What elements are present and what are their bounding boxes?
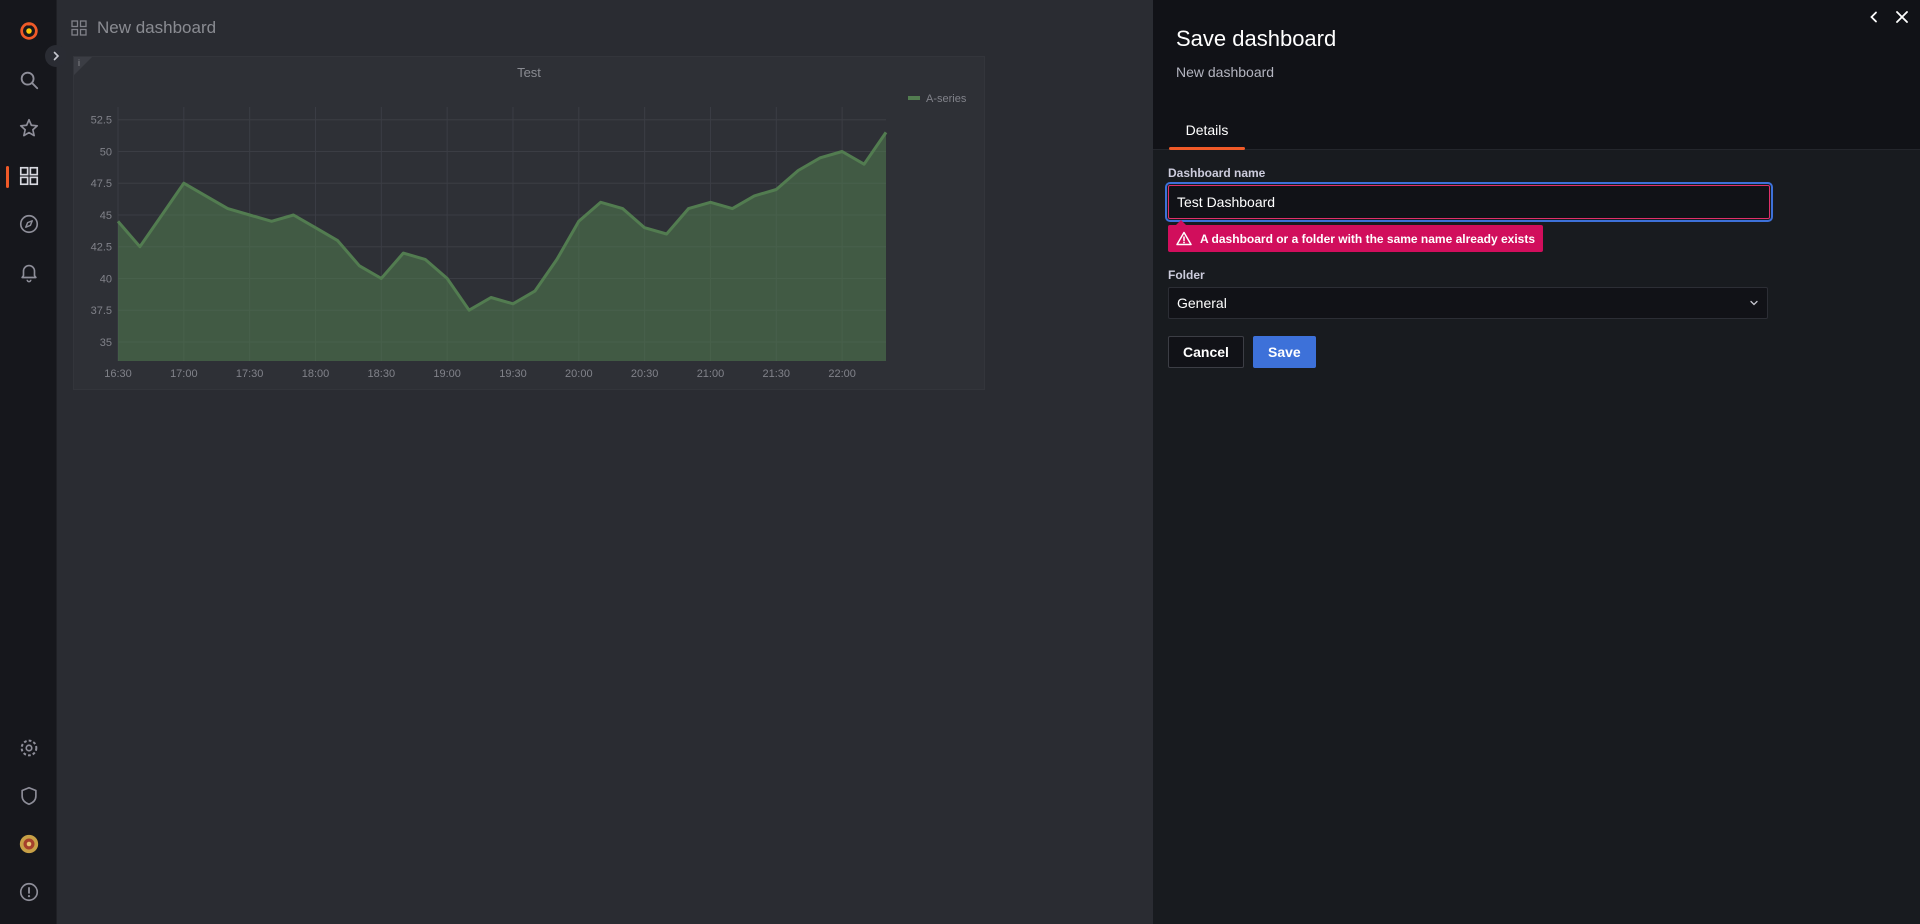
x-tick-label: 21:30 bbox=[763, 368, 791, 380]
x-tick-label: 20:30 bbox=[631, 368, 659, 380]
y-tick-label: 45 bbox=[100, 210, 112, 222]
dashboard-title[interactable]: New dashboard bbox=[97, 18, 216, 38]
search-icon[interactable] bbox=[0, 60, 57, 100]
warning-triangle-icon bbox=[1176, 231, 1192, 246]
active-indicator bbox=[6, 166, 9, 188]
x-tick-label: 22:00 bbox=[828, 368, 856, 380]
x-tick-label: 20:00 bbox=[565, 368, 593, 380]
drawer-title: Save dashboard bbox=[1176, 26, 1337, 51]
cancel-button[interactable]: Cancel bbox=[1168, 336, 1244, 368]
graph-panel[interactable]: i Test 35 37.5 40 42.5 45 47.5 50 52.5 16:30 17:0… bbox=[73, 56, 985, 390]
sidebar bbox=[0, 0, 57, 924]
grafana-logo-icon[interactable] bbox=[0, 11, 57, 51]
folder-select[interactable]: General bbox=[1168, 287, 1768, 319]
y-tick-label: 40 bbox=[100, 273, 112, 285]
tab-details[interactable]: Details bbox=[1169, 116, 1245, 150]
y-tick-label: 37.5 bbox=[91, 305, 112, 317]
active-tab-underline bbox=[1169, 147, 1245, 150]
close-drawer-button[interactable] bbox=[1891, 6, 1913, 28]
sidebar-expand-button[interactable] bbox=[45, 45, 67, 67]
dashboard-name-label: Dashboard name bbox=[1168, 166, 1266, 180]
chevron-left-icon bbox=[1870, 11, 1877, 23]
save-button[interactable]: Save bbox=[1253, 336, 1316, 368]
y-tick-label: 47.5 bbox=[91, 178, 112, 190]
legend-label-a-series: A-series bbox=[926, 93, 967, 105]
collapse-drawer-button[interactable] bbox=[1863, 6, 1885, 28]
drawer-header: Save dashboard New dashboard Details bbox=[1153, 0, 1920, 150]
dashboard-header: New dashboard bbox=[71, 14, 216, 42]
area-chart: 35 37.5 40 42.5 45 47.5 50 52.5 16:30 17:00 17:30 1… bbox=[91, 93, 967, 380]
chevron-down-icon bbox=[1750, 300, 1758, 306]
configuration-gear-icon[interactable] bbox=[0, 728, 57, 768]
chevron-right-icon bbox=[53, 51, 60, 61]
grafana-app: New dashboard i Test 35 37.5 40 42.5 45 47.5 5… bbox=[0, 0, 1920, 924]
name-error-message: A dashboard or a folder with the same na… bbox=[1168, 220, 1543, 252]
dashboard-canvas: New dashboard i Test 35 37.5 40 42.5 45 47.5 5… bbox=[57, 0, 1152, 924]
dashboard-grid-icon bbox=[71, 20, 87, 36]
help-icon[interactable] bbox=[0, 872, 57, 912]
folder-label: Folder bbox=[1168, 268, 1205, 282]
y-tick-label: 52.5 bbox=[91, 115, 112, 127]
folder-selected-value: General bbox=[1177, 295, 1227, 311]
x-tick-label: 18:00 bbox=[302, 368, 330, 380]
x-tick-label: 19:30 bbox=[499, 368, 527, 380]
dashboards-icon[interactable] bbox=[0, 156, 57, 196]
error-text: A dashboard or a folder with the same na… bbox=[1200, 231, 1535, 246]
tab-details-label: Details bbox=[1185, 122, 1229, 138]
x-tick-label: 16:30 bbox=[104, 368, 132, 380]
alerting-bell-icon[interactable] bbox=[0, 252, 57, 292]
x-tick-label: 19:00 bbox=[433, 368, 461, 380]
user-avatar[interactable] bbox=[0, 824, 57, 864]
drawer-subtitle: New dashboard bbox=[1176, 64, 1275, 80]
explore-icon[interactable] bbox=[0, 204, 57, 244]
starred-icon[interactable] bbox=[0, 108, 57, 148]
y-tick-label: 42.5 bbox=[91, 242, 112, 254]
y-tick-label: 35 bbox=[100, 337, 112, 349]
x-tick-label: 21:00 bbox=[697, 368, 725, 380]
server-admin-shield-icon[interactable] bbox=[0, 776, 57, 816]
x-tick-label: 18:30 bbox=[368, 368, 396, 380]
x-tick-label: 17:30 bbox=[236, 368, 264, 380]
y-tick-label: 50 bbox=[100, 146, 112, 158]
close-icon bbox=[1896, 11, 1908, 23]
error-pointer bbox=[1176, 220, 1186, 225]
save-dashboard-drawer: Save dashboard New dashboard Details Das… bbox=[1152, 0, 1920, 924]
x-tick-label: 17:00 bbox=[170, 368, 198, 380]
dashboard-name-input[interactable] bbox=[1165, 182, 1773, 222]
